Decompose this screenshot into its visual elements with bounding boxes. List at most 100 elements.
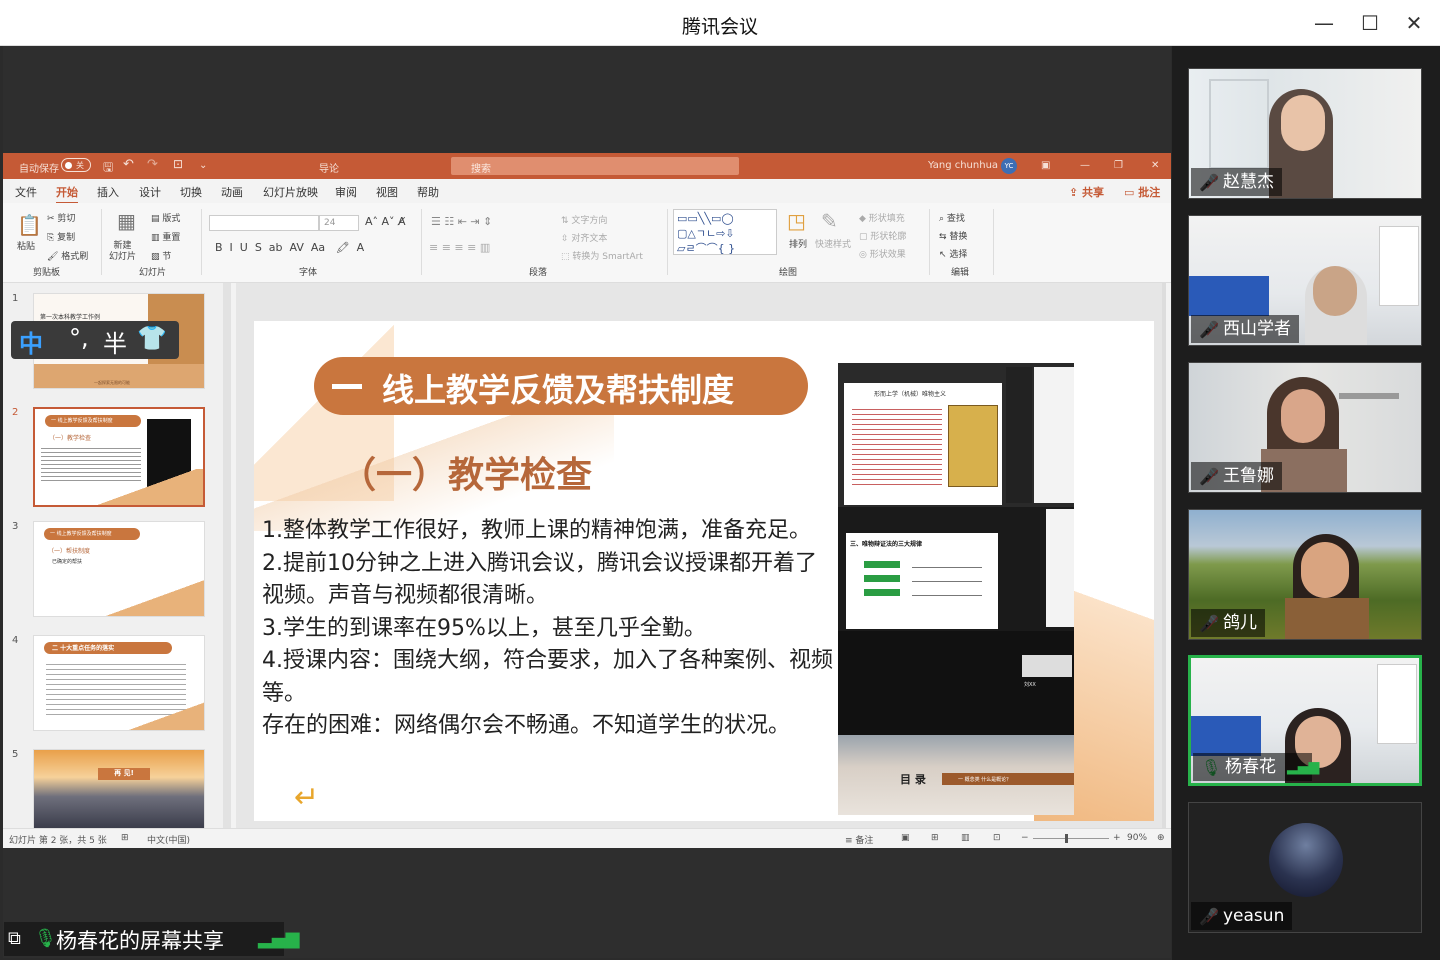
screen-share-bar[interactable]: ⧉ 🎙 杨春花的屏幕共享 ▂▄▆ [4, 922, 300, 956]
quick-styles-icon[interactable]: ✎ [821, 209, 838, 233]
slideshow-view-icon[interactable]: ⊡ [993, 833, 1001, 843]
doc-name[interactable]: 导论 [319, 160, 339, 175]
slide-thumbnail-5[interactable]: 再 见! [33, 749, 205, 829]
undo-icon[interactable]: ↶ [123, 157, 134, 172]
participant-tile[interactable]: 🎤̸ 鸽儿 [1188, 509, 1422, 640]
maximize-button[interactable]: ☐ [1352, 8, 1388, 38]
autosave-label: 自动保存 [19, 164, 59, 175]
shape-effects-button[interactable]: ◎ 形状效果 [859, 247, 906, 260]
participant-tile[interactable]: 🎤̸ 王鲁娜 [1188, 362, 1422, 493]
tab-help[interactable]: 帮助 [417, 184, 439, 200]
ime-width[interactable]: 半 [103, 324, 127, 359]
format-painter-button[interactable]: 🖌 格式刷 [47, 249, 88, 262]
search-input[interactable]: 搜索 [471, 164, 491, 175]
accessibility-icon[interactable]: ⊞ [121, 833, 129, 843]
tab-view[interactable]: 视图 [376, 184, 398, 200]
autosave-toggle[interactable]: 关 [61, 158, 91, 172]
ime-punct[interactable]: °, [69, 324, 89, 352]
zoom-slider-thumb[interactable] [1065, 834, 1068, 843]
shape-outline-button[interactable]: ▢ 形状轮廓 [859, 229, 906, 242]
zoom-out-icon[interactable]: − [1021, 833, 1029, 843]
save-icon[interactable]: 🖫 [103, 158, 113, 179]
select-button[interactable]: ↖ 选择 [939, 247, 967, 260]
zoom-slider[interactable] [1033, 838, 1109, 839]
ribbon-display-icon[interactable]: ▣ [1041, 160, 1050, 171]
align-text-button[interactable]: ⇳ 对齐文本 [561, 231, 607, 244]
copy-button[interactable]: ⎘ 复制 [47, 230, 75, 243]
language-indicator[interactable]: 中文(中国) [147, 833, 190, 846]
participant-tile[interactable]: 🎤̸ 赵慧杰 [1188, 68, 1422, 199]
tab-insert[interactable]: 插入 [97, 184, 119, 200]
zoom-in-icon[interactable]: + [1113, 833, 1121, 843]
shape-fill-button[interactable]: ◆ 形状填充 [859, 211, 905, 224]
ime-mode[interactable]: 中 [19, 324, 43, 359]
minimize-button[interactable]: — [1306, 8, 1342, 38]
slide-banner: 线上教学反馈及帮扶制度 [314, 357, 808, 415]
ppt-minimize-icon[interactable]: — [1080, 160, 1090, 171]
paste-button[interactable]: 粘贴 [17, 239, 35, 252]
redo-icon[interactable]: ↷ [147, 157, 158, 172]
slide-thumbnail-2[interactable]: 一 线上教学反馈及帮扶制度 （一）教学检查 [33, 407, 205, 507]
editor-scrollbar[interactable] [1162, 283, 1166, 828]
new-slide-icon[interactable]: ▦ [117, 209, 136, 233]
font-size-select[interactable]: 24 [319, 215, 359, 231]
participant-tile[interactable]: 🎤̸ 西山学者 [1188, 215, 1422, 346]
slide-counter: 幻灯片 第 2 张，共 5 张 [9, 836, 107, 846]
font-family-select[interactable] [209, 215, 319, 231]
tab-home[interactable]: 开始 [56, 184, 78, 204]
embedded-caption: 刘XX [1024, 682, 1036, 688]
sorter-view-icon[interactable]: ⊞ [931, 833, 939, 843]
font-grow-shrink-icons[interactable]: A˄ A˅ A̸ [365, 215, 406, 228]
user-name[interactable]: Yang chunhua [928, 160, 998, 171]
tab-review[interactable]: 审阅 [335, 184, 357, 200]
shapes-gallery[interactable]: ▭▭╲╲▭◯ ▢△ㄱㄴ⇨⇩ ▱ㄹ⌒⌒{ } [673, 209, 777, 255]
paste-icon[interactable]: 📋 [17, 213, 42, 237]
participant-tile[interactable]: 🎤̸ yeasun [1188, 802, 1422, 933]
search-box[interactable]: 搜索 [451, 157, 739, 175]
smartart-button[interactable]: ⬚ 转换为 SmartArt [561, 249, 643, 262]
ppt-restore-icon[interactable]: ❐ [1114, 160, 1123, 171]
thumbnails-scrollbar[interactable] [223, 283, 231, 828]
list-icons[interactable]: ☰ ☷ ⇤ ⇥ ⇕ [431, 215, 492, 228]
user-avatar[interactable]: YC [1001, 158, 1017, 174]
arrange-icon[interactable]: ◳ [787, 209, 806, 233]
ppt-close-icon[interactable]: ✕ [1151, 160, 1159, 171]
ime-status-bar[interactable]: 中 °, 半 👕 [11, 321, 179, 359]
customize-qat-icon[interactable]: ⌄ [199, 160, 207, 171]
share-screen-icon: ⧉ [8, 928, 21, 949]
slide-thumbnail-4[interactable]: 二 十大重点任务的落实 [33, 635, 205, 731]
tab-design[interactable]: 设计 [139, 184, 161, 200]
close-button[interactable]: ✕ [1396, 8, 1432, 38]
slide-thumbnail-3[interactable]: 一 线上教学反馈及帮扶制度 （一）帮扶制度 已确定的帮扶 [33, 521, 205, 617]
present-icon[interactable]: ⊡ [173, 157, 183, 171]
powerpoint-window: 自动保存 关 🖫 ↶ ↷ ⊡ ⌄ 导论 搜索 Yang chunhua YC ▣… [3, 153, 1171, 848]
reset-button[interactable]: ▥ 重置 [151, 230, 180, 243]
zoom-level[interactable]: 90% [1127, 833, 1147, 843]
tab-file[interactable]: 文件 [15, 184, 37, 200]
cut-button[interactable]: ✂ 剪切 [47, 211, 75, 224]
ime-skin-icon[interactable]: 👕 [137, 324, 167, 352]
align-icons[interactable]: ≡ ≡ ≡ ≡ ▥ [429, 241, 490, 254]
share-button[interactable]: ⇪ 共享 [1069, 184, 1104, 200]
paragraph-group-label: 段落 [529, 268, 548, 278]
tab-animations[interactable]: 动画 [221, 184, 243, 200]
section-button[interactable]: ▧ 节 [151, 249, 171, 262]
layout-button[interactable]: ▤ 版式 [151, 211, 180, 224]
reading-view-icon[interactable]: ▥ [961, 833, 970, 843]
new-slide-button[interactable]: 新建 幻灯片 [109, 241, 136, 263]
notes-button[interactable]: ≡ 备注 [845, 833, 873, 846]
font-style-icons[interactable]: B I U S ab AV Aa 🖍 A [215, 241, 364, 254]
comments-button[interactable]: ▭ 批注 [1124, 184, 1160, 200]
tab-slideshow[interactable]: 幻灯片放映 [263, 184, 318, 200]
fit-slide-icon[interactable]: ⊕ [1157, 833, 1165, 843]
share-label: 杨春花的屏幕共享 [56, 929, 224, 953]
window-titlebar: 腾讯会议 — ☐ ✕ [0, 0, 1440, 46]
quick-styles-button[interactable]: 快速样式 [815, 237, 851, 250]
participant-tile-active-speaker[interactable]: 🎙 杨春花 ▂▄▆ [1188, 655, 1422, 786]
text-direction-button[interactable]: ⇅ 文字方向 [561, 213, 607, 226]
replace-button[interactable]: ⇆ 替换 [939, 229, 967, 242]
normal-view-icon[interactable]: ▣ [901, 833, 910, 843]
arrange-button[interactable]: 排列 [789, 237, 807, 250]
tab-transitions[interactable]: 切换 [180, 184, 202, 200]
find-button[interactable]: ⌕ 查找 [939, 211, 965, 224]
